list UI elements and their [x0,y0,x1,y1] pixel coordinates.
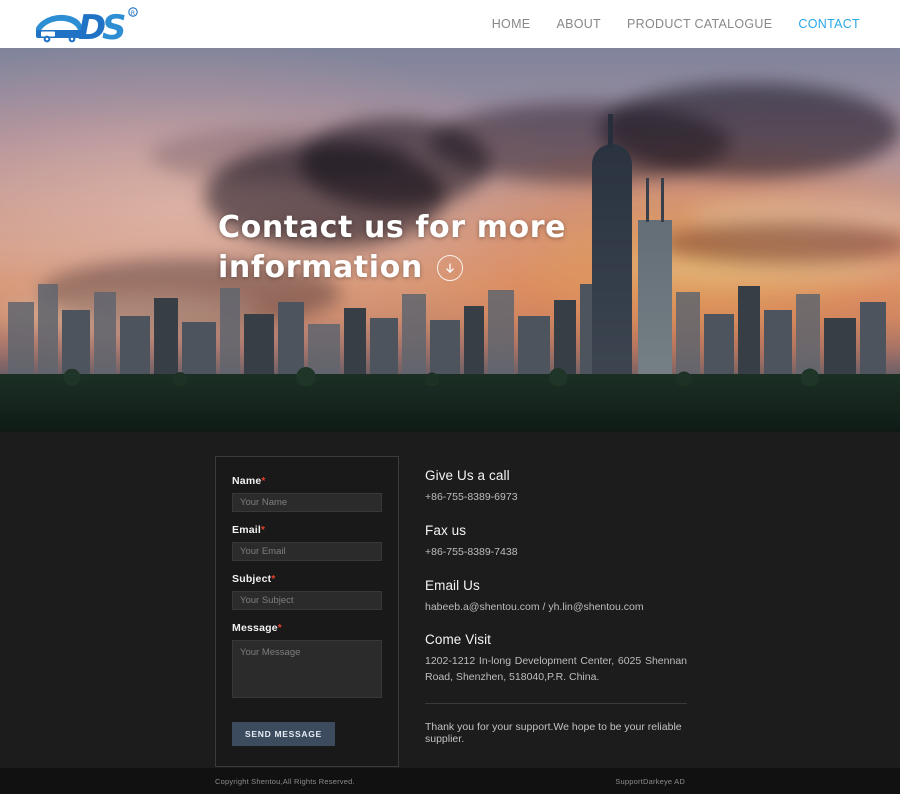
address-title: Come Visit [425,632,492,648]
contact-info-column: Give Us a call +86-755-8389-6973 Fax us … [425,456,700,767]
fax-value: +86-755-8389-7438 [425,545,518,558]
footer-support-credit[interactable]: SupportDarkeye AD [615,777,685,786]
email-label-text: Email [232,524,262,536]
email-label: Email* [232,524,382,536]
info-block-fax: Fax us +86-755-8389-7438 [425,523,700,561]
footer-copyright: Copyright Shentou,All Rights Reserved. [215,776,355,786]
required-asterisk: * [277,623,282,634]
nav-item-home[interactable]: HOME [492,17,531,31]
name-input[interactable] [232,493,382,512]
message-textarea[interactable] [232,640,382,698]
contact-inner-container: Name* Email* Subject* [0,456,900,767]
subject-label-text: Subject [232,573,272,585]
name-label: Name* [232,475,382,487]
required-asterisk: * [261,476,266,487]
name-label-text: Name [232,475,262,487]
form-field-name: Name* [232,475,382,512]
fax-title: Fax us [425,522,467,538]
subject-input[interactable] [232,591,382,610]
message-label-text: Message [232,622,278,634]
hero-heading-line-2-group: information [218,248,638,288]
arrow-down-circle-icon[interactable] [436,255,463,281]
required-asterisk: * [271,574,276,585]
form-field-message: Message* [232,622,382,698]
svg-text:R: R [131,10,135,17]
svg-text:S: S [102,8,127,44]
section-divider [425,702,687,704]
contact-form: Name* Email* Subject* [215,456,399,767]
message-label: Message* [232,622,382,634]
info-block-address: Come Visit 1202-1212 In-long Development… [425,632,700,686]
nav-item-product-catalogue[interactable]: PRODUCT CATALOGUE [627,17,772,31]
phone-title: Give Us a call [425,468,510,483]
form-field-email: Email* [232,524,382,561]
thank-you-message: Thank you for your support.We hope to be… [425,720,682,745]
required-asterisk: * [261,525,266,536]
form-field-subject: Subject* [232,573,382,610]
subject-label: Subject* [232,573,382,585]
email-value[interactable]: habeeb.a@shentou.com / yh.lin@shentou.co… [425,600,700,616]
info-block-email: Email Us habeeb.a@shentou.com / yh.lin@s… [425,578,700,616]
site-header: D S R HOME ABOUT PRODUCT CATALOGUE CONTA… [0,0,900,48]
email-title: Email Us [425,577,480,593]
nav-item-contact[interactable]: CONTACT [798,17,860,31]
hero-heading-line-1: Contact us for more [218,210,567,245]
site-footer: Copyright Shentou,All Rights Reserved. S… [0,768,900,794]
hero-heading-line-2: information [218,250,423,285]
nav-item-about[interactable]: ABOUT [556,17,601,31]
page-root: D S R HOME ABOUT PRODUCT CATALOGUE CONTA… [0,0,900,794]
info-block-phone: Give Us a call +86-755-8389-6973 [425,468,700,506]
phone-value: +86-755-8389-6973 [425,491,518,503]
email-input[interactable] [232,542,382,561]
main-navigation: HOME ABOUT PRODUCT CATALOGUE CONTACT [492,17,860,31]
send-message-button[interactable]: SEND MESSAGE [232,722,335,746]
hero-banner: Contact us for more information [0,48,900,432]
address-value: 1202-1212 In-long Development Center, 60… [425,655,687,683]
hero-heading-group: Contact us for more information [218,208,638,288]
site-logo[interactable]: D S R [30,2,148,46]
contact-section: Name* Email* Subject* [0,432,900,768]
